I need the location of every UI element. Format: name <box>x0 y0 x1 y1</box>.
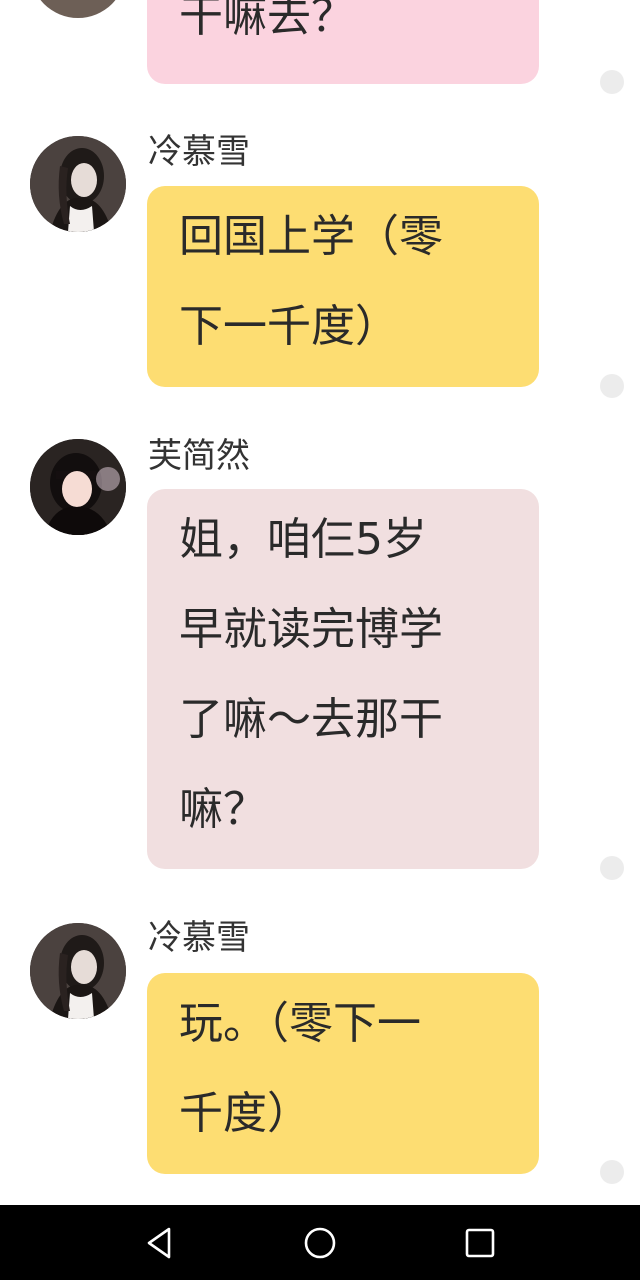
read-status-dot <box>600 1160 624 1184</box>
avatar-portrait-icon <box>30 136 126 232</box>
avatar-portrait-icon <box>30 439 126 535</box>
message-text: 玩。（零下一 <box>179 998 421 1049</box>
message-text: 干嘛去？ <box>179 0 355 42</box>
message-text: 了嘛～去那干 <box>179 694 443 745</box>
message-bubble[interactable]: 姐，咱仨5岁 早就读完博学 了嘛～去那干 嘛？ <box>147 489 539 869</box>
sender-name: 芙简然 <box>148 436 250 476</box>
system-navigation-bar <box>0 1205 640 1280</box>
message-bubble[interactable]: 玩。（零下一 千度） <box>147 973 539 1174</box>
message-text: 早就读完博学 <box>179 604 443 655</box>
sender-name: 冷慕雪 <box>148 132 250 172</box>
sender-name: 冷慕雪 <box>148 918 250 958</box>
chat-message-list[interactable]: 干嘛去？ 冷慕雪 回国上学（零 下一千度） 芙简然 姐，咱仨5岁 早就读完博学 … <box>0 0 640 1205</box>
message-bubble[interactable]: 干嘛去？ <box>147 0 539 84</box>
avatar[interactable] <box>30 136 126 232</box>
back-triangle-icon[interactable] <box>139 1222 181 1264</box>
message-text: 嘛？ <box>179 784 267 835</box>
message-bubble[interactable]: 回国上学（零 下一千度） <box>147 186 539 387</box>
avatar[interactable] <box>30 923 126 1019</box>
read-status-dot <box>600 70 624 94</box>
avatar-portrait-icon <box>30 923 126 1019</box>
message-text: 下一千度） <box>179 301 399 352</box>
read-status-dot <box>600 856 624 880</box>
home-circle-icon[interactable] <box>299 1222 341 1264</box>
read-status-dot <box>600 374 624 398</box>
message-text: 回国上学（零 <box>179 211 443 262</box>
avatar[interactable] <box>30 439 126 535</box>
recents-square-icon[interactable] <box>459 1222 501 1264</box>
message-text: 千度） <box>179 1088 311 1139</box>
message-text: 姐，咱仨5岁 <box>179 514 427 565</box>
avatar[interactable] <box>30 0 126 18</box>
